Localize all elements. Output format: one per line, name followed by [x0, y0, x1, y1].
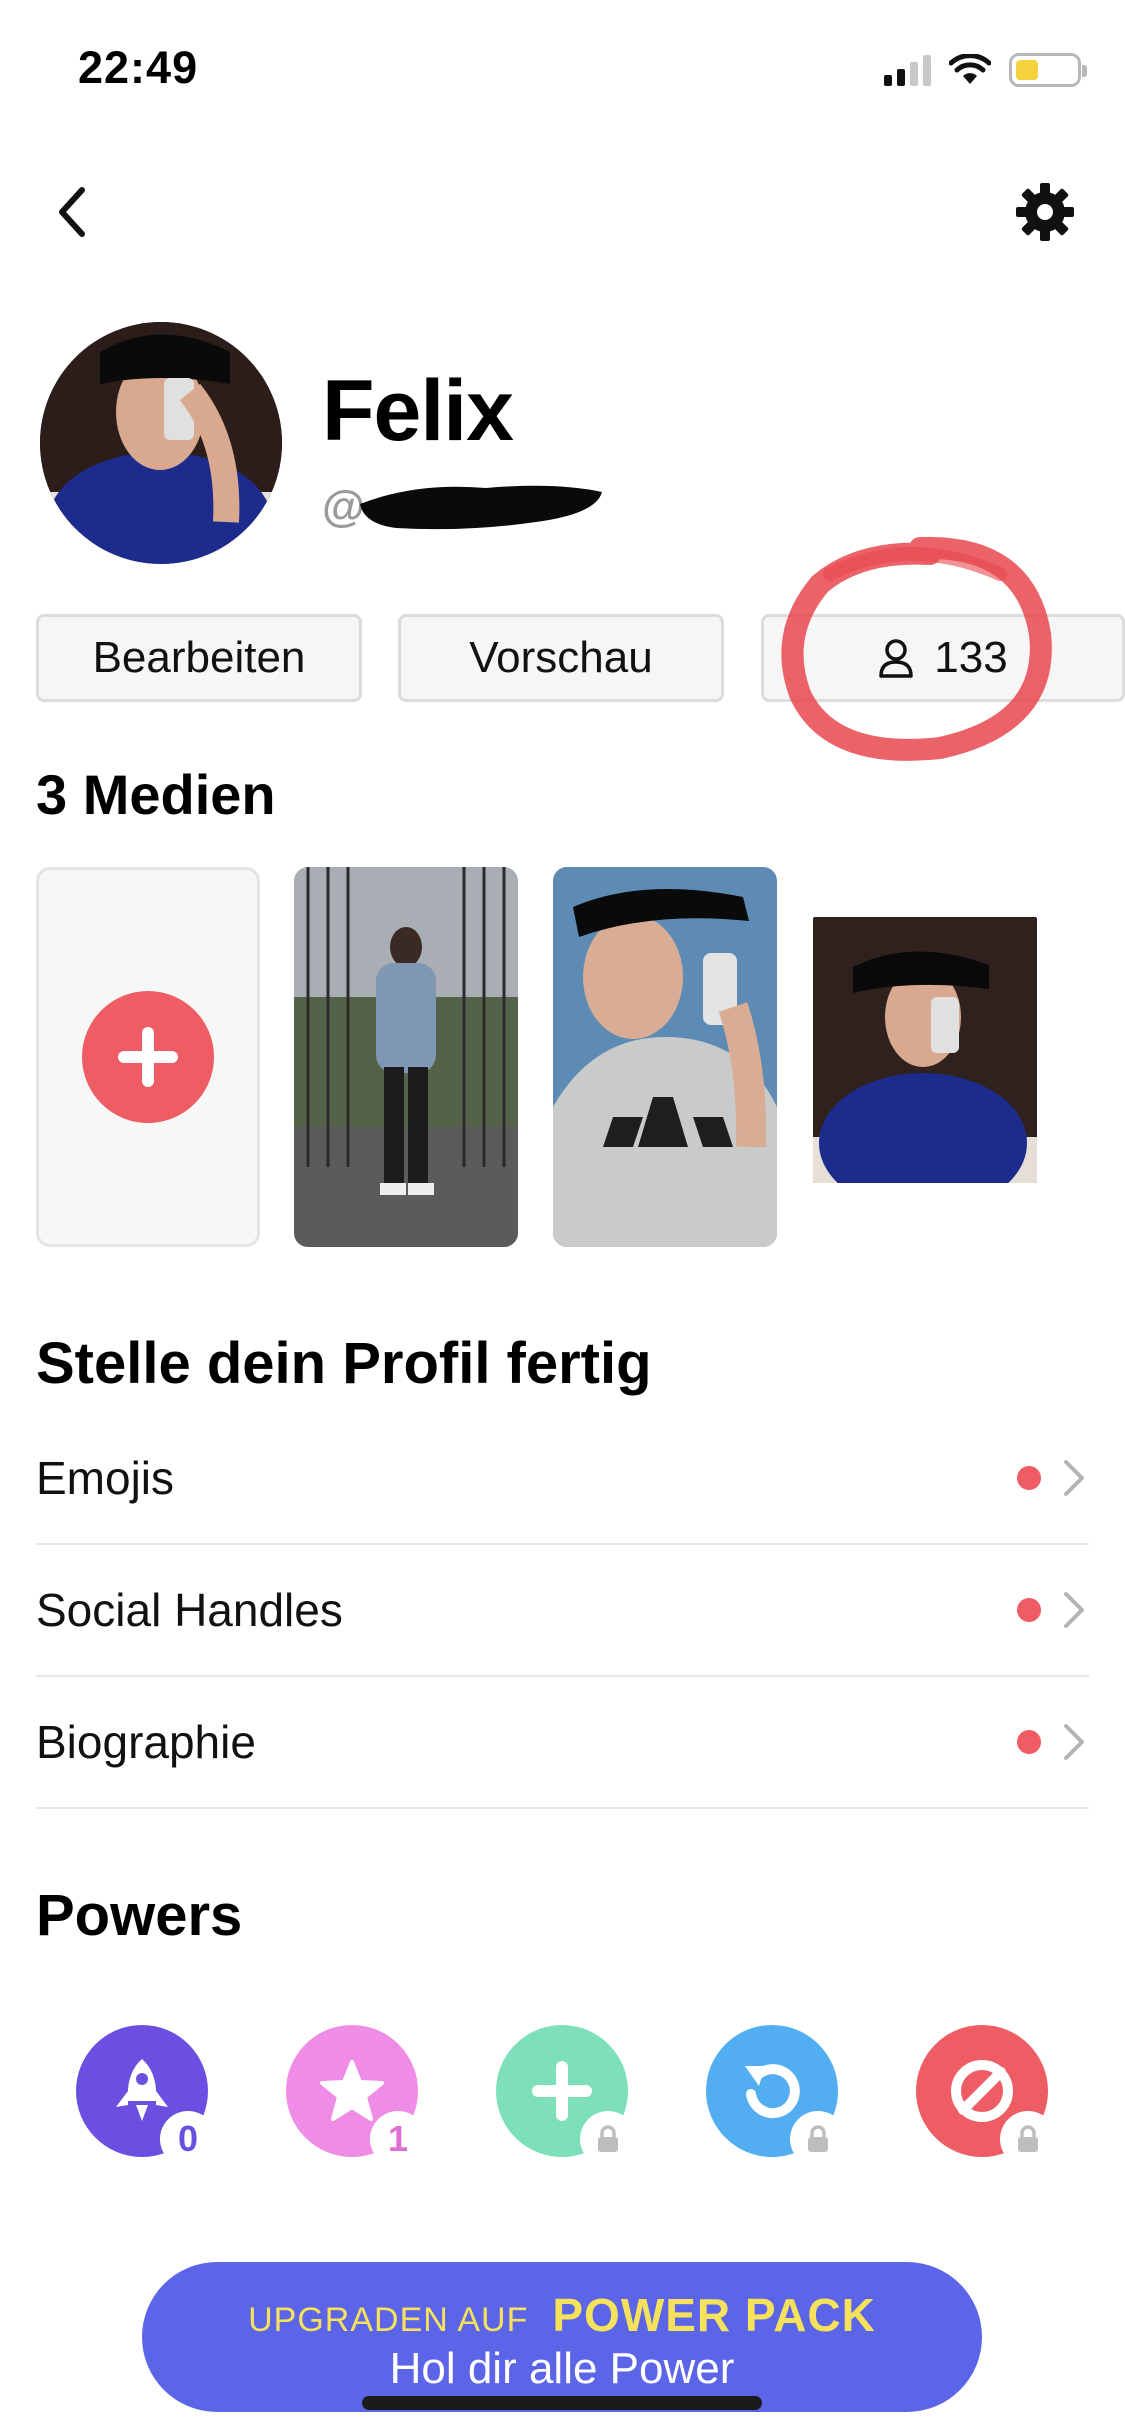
powers-row: 0 1 [0, 2025, 1125, 2167]
media-gallery [36, 867, 1125, 1247]
plus-icon [118, 1027, 178, 1087]
list-item-indicators [1017, 1591, 1089, 1629]
notification-dot [1017, 1730, 1041, 1754]
rocket-icon [116, 2059, 168, 2121]
plus-icon [532, 2061, 592, 2121]
navigation-bar [0, 160, 1125, 270]
media-photo-image [294, 867, 518, 1247]
power-star-button[interactable]: 1 [286, 2025, 426, 2167]
cellular-signal-icon [884, 54, 931, 86]
list-item-emojis[interactable]: Emojis [36, 1413, 1089, 1545]
edit-button[interactable]: Bearbeiten [36, 614, 362, 702]
notification-dot [1017, 1598, 1041, 1622]
upgrade-power-pack-button[interactable]: UPGRADEN AUF POWER PACK Hol dir alle Pow… [142, 2262, 982, 2412]
chevron-right-icon [1064, 1460, 1084, 1496]
person-icon [879, 639, 914, 678]
media-photo-3[interactable] [813, 917, 1037, 1183]
notification-dot [1017, 1466, 1041, 1490]
settings-button[interactable] [1005, 172, 1085, 252]
power-block-button[interactable] [916, 2025, 1056, 2167]
media-photo-image [813, 917, 1037, 1183]
battery-icon [1009, 53, 1087, 87]
status-time: 22:49 [78, 42, 199, 93]
power-count-badge: 0 [160, 2111, 216, 2167]
back-button[interactable] [32, 172, 112, 252]
star-icon [320, 2060, 384, 2121]
status-bar: 22:49 [0, 0, 1125, 135]
chevron-right-icon [1064, 1724, 1084, 1760]
status-icons [884, 50, 1087, 90]
avatar[interactable] [40, 322, 282, 564]
chevron-left-icon [59, 187, 85, 237]
lock-badge [790, 2111, 846, 2167]
power-rewind-button[interactable] [706, 2025, 846, 2167]
upgrade-brand: POWER PACK [552, 2289, 876, 2341]
wifi-icon [949, 54, 991, 84]
upgrade-prefix: UPGRADEN AUF [248, 2301, 529, 2339]
lock-icon [1018, 2125, 1038, 2152]
lock-icon [808, 2125, 828, 2152]
add-media-circle [82, 991, 214, 1123]
upgrade-subtitle: Hol dir alle Power [389, 2344, 735, 2393]
friends-count: 133 [934, 633, 1008, 682]
media-section-title: 3 Medien [36, 763, 276, 826]
lock-badge [580, 2111, 636, 2167]
list-item-label: Emojis [36, 1452, 175, 1504]
powers-title: Powers [36, 1883, 243, 1948]
power-boost-button[interactable]: 0 [76, 2025, 216, 2167]
power-add-button[interactable] [496, 2025, 636, 2167]
avatar-photo [40, 322, 282, 564]
home-indicator[interactable] [362, 2396, 762, 2410]
media-photo-image [553, 867, 777, 1247]
complete-profile-list: Emojis Social Handles Biographie [36, 1413, 1089, 1809]
username-redaction [360, 485, 602, 530]
friends-button[interactable]: 133 [761, 614, 1125, 702]
list-item-label: Biographie [36, 1716, 256, 1768]
add-media-button[interactable] [36, 867, 260, 1247]
list-item-biography[interactable]: Biographie [36, 1677, 1089, 1809]
list-item-label: Social Handles [36, 1584, 343, 1636]
profile-name: Felix [322, 363, 514, 459]
gear-icon [1016, 183, 1074, 241]
list-item-social-handles[interactable]: Social Handles [36, 1545, 1089, 1677]
media-photo-2[interactable] [553, 867, 777, 1247]
lock-badge [1000, 2111, 1056, 2167]
complete-profile-title: Stelle dein Profil fertig [36, 1331, 652, 1396]
block-icon [951, 2060, 1013, 2122]
list-item-indicators [1017, 1459, 1089, 1497]
chevron-right-icon [1064, 1592, 1084, 1628]
rewind-icon [745, 2064, 800, 2119]
upgrade-heading: UPGRADEN AUF POWER PACK [142, 2288, 982, 2342]
profile-actions: Bearbeiten Vorschau 133 [36, 614, 1125, 706]
preview-button[interactable]: Vorschau [398, 614, 724, 702]
media-photo-1[interactable] [294, 867, 518, 1247]
power-count-badge: 1 [370, 2111, 426, 2167]
lock-icon [598, 2125, 618, 2152]
list-item-indicators [1017, 1723, 1089, 1761]
username: @ [322, 472, 602, 542]
